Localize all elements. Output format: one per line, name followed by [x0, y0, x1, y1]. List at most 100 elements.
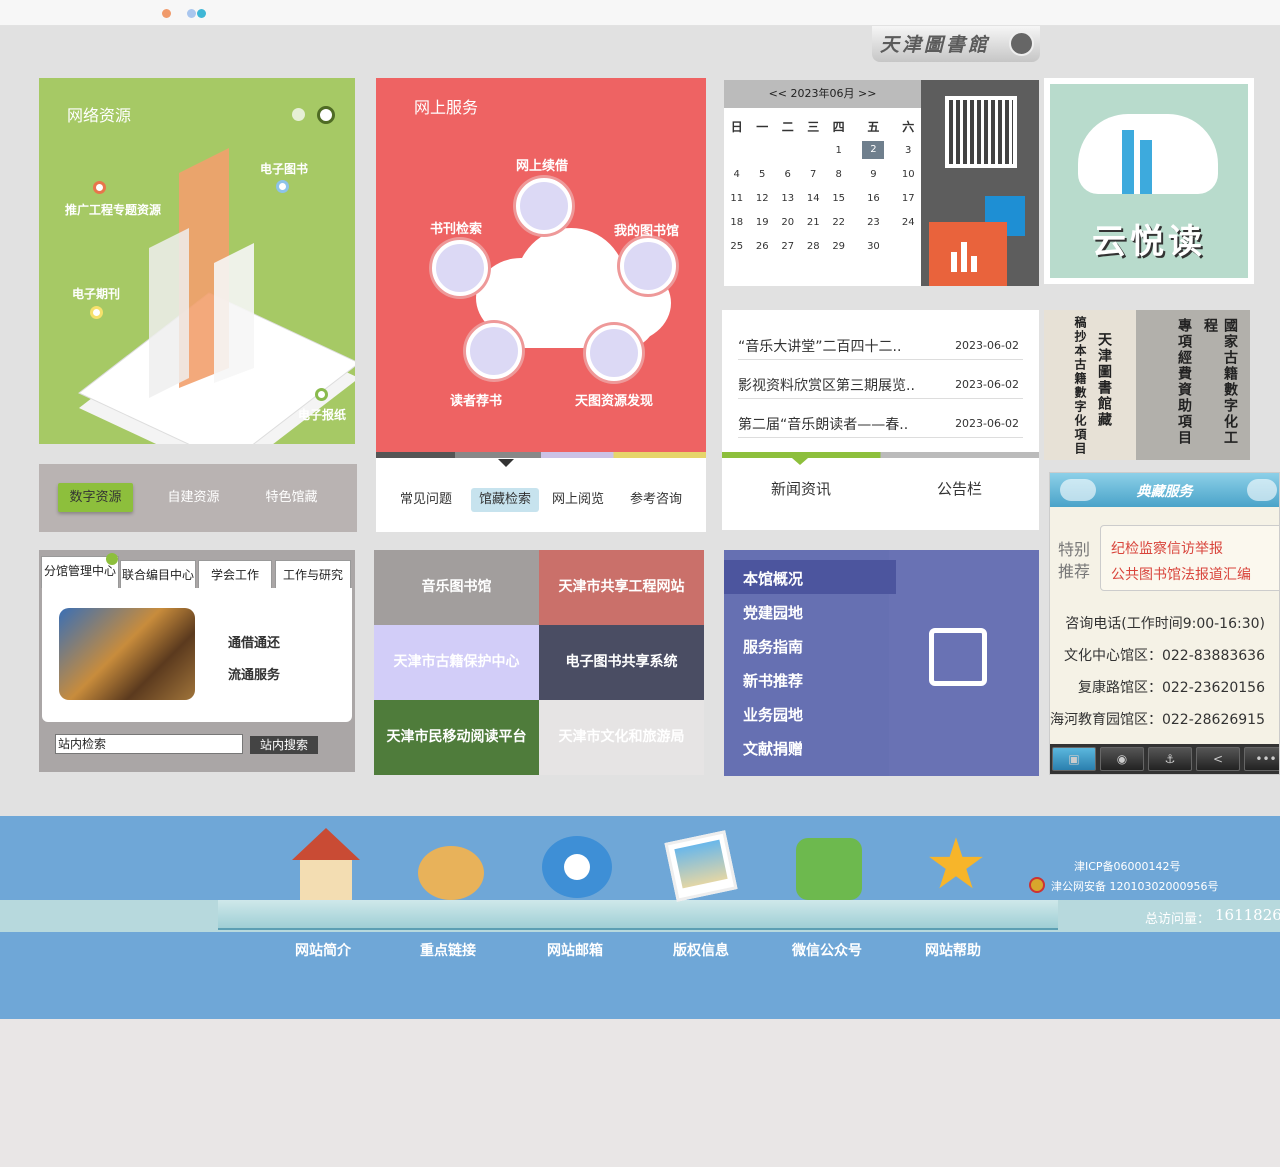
day-cell[interactable]: 1: [826, 138, 851, 162]
link-circulation-service[interactable]: 流通服务: [228, 664, 280, 683]
tile-ebook-sharing[interactable]: 电子图书共享系统: [539, 625, 704, 700]
mail-bubble-icon[interactable]: [540, 828, 612, 902]
footer-link-help[interactable]: 网站帮助: [925, 940, 981, 960]
day-cell[interactable]: 10: [895, 162, 921, 186]
footer-link-wechat[interactable]: 微信公众号: [792, 940, 862, 960]
label-ejournals[interactable]: 电子期刊: [72, 285, 120, 302]
selected-day[interactable]: 2: [862, 141, 885, 159]
day-cell[interactable]: 24: [895, 210, 921, 234]
day-cell[interactable]: 22: [826, 210, 851, 234]
menu-item-overview[interactable]: 本馆概况: [743, 568, 803, 589]
menu-icon[interactable]: [1247, 479, 1277, 501]
tab-union-cataloging[interactable]: 联合编目中心: [120, 560, 196, 588]
day-cell[interactable]: 19: [749, 210, 774, 234]
label-my-library[interactable]: 我的图书馆: [614, 220, 679, 239]
day-cell[interactable]: 29: [826, 234, 851, 258]
day-cell[interactable]: 18: [724, 210, 749, 234]
link-discipline-report[interactable]: 纪检监察信访举报: [1111, 538, 1223, 558]
day-cell[interactable]: 27: [775, 234, 800, 258]
day-cell[interactable]: 30: [851, 234, 895, 258]
tab-digital-resources[interactable]: 数字资源: [58, 483, 133, 512]
anchor-icon[interactable]: ⚓: [1148, 747, 1192, 771]
more-icon[interactable]: •••: [1244, 747, 1279, 771]
day-cell[interactable]: 6: [775, 162, 800, 186]
footer-link-mailbox[interactable]: 网站邮箱: [547, 940, 603, 960]
tab-special-collections[interactable]: 特色馆藏: [254, 483, 329, 512]
news-title[interactable]: “音乐大讲堂”二百四十二..: [738, 336, 901, 356]
monitor-icon[interactable]: [432, 240, 488, 296]
calendar-header[interactable]: << 2023年06月 >>: [724, 80, 921, 108]
day-cell[interactable]: 25: [724, 234, 749, 258]
label-resource-discovery[interactable]: 天图资源发现: [575, 390, 653, 409]
discover-icon[interactable]: [586, 325, 642, 381]
day-cell[interactable]: 3: [895, 138, 921, 162]
tile-culture-tourism[interactable]: 天津市文化和旅游局: [539, 700, 704, 775]
link-library-law[interactable]: 公共图书馆法报道汇编: [1111, 564, 1251, 584]
star-icon[interactable]: ★: [920, 828, 992, 902]
ancient-books-panel[interactable]: 天津圖書館藏 稿抄本古籍數字化項目 國家古籍數字化工程 專項經費資助項目: [1044, 310, 1250, 460]
label-promo-resources[interactable]: 推广工程专题资源: [65, 201, 161, 218]
tab-faq[interactable]: 常见问题: [394, 488, 458, 512]
tab-reference[interactable]: 参考咨询: [624, 488, 688, 512]
folder-icon[interactable]: [516, 178, 572, 234]
tile-ancient-books-center[interactable]: 天津市古籍保护中心: [374, 625, 539, 700]
library-logo[interactable]: 天津圖書館: [872, 26, 1040, 62]
site-search-button[interactable]: 站内搜索: [250, 736, 318, 754]
footer-link-about[interactable]: 网站简介: [295, 940, 351, 960]
news-title[interactable]: 影视资料欣赏区第三期展览..: [738, 375, 915, 395]
menu-item-new-books[interactable]: 新书推荐: [743, 670, 803, 691]
tile-music-library[interactable]: 音乐图书馆: [374, 550, 539, 625]
site-search-input[interactable]: 站内检索: [55, 734, 243, 754]
news-title[interactable]: 第二届“音乐朗读者——春..: [738, 414, 908, 434]
day-cell[interactable]: 4: [724, 162, 749, 186]
server-icon[interactable]: [466, 323, 522, 379]
link-interlibrary-loan[interactable]: 通借通还: [228, 632, 280, 651]
day-cell[interactable]: 14: [800, 186, 825, 210]
day-cell[interactable]: 9: [851, 162, 895, 186]
day-cell[interactable]: 17: [895, 186, 921, 210]
day-cell[interactable]: 11: [724, 186, 749, 210]
day-cell[interactable]: 16: [851, 186, 895, 210]
chart-icon[interactable]: [929, 222, 1007, 286]
tab-news[interactable]: 新闻资讯: [771, 478, 831, 499]
day-cell[interactable]: 15: [826, 186, 851, 210]
share-icon[interactable]: <: [1196, 747, 1240, 771]
label-reader-recommend[interactable]: 读者荐书: [450, 390, 502, 409]
cloud-reading-panel[interactable]: 云悦读: [1044, 78, 1254, 284]
police-record[interactable]: 津公网安备 12010302000956号: [1051, 878, 1218, 894]
day-cell[interactable]: 26: [749, 234, 774, 258]
day-cell[interactable]: 5: [749, 162, 774, 186]
tile-mobile-reading[interactable]: 天津市民移动阅读平台: [374, 700, 539, 775]
gear-icon[interactable]: [620, 238, 676, 294]
tile-shared-project[interactable]: 天津市共享工程网站: [539, 550, 704, 625]
tab-catalog-search[interactable]: 馆藏检索: [471, 488, 539, 512]
day-cell[interactable]: 8: [826, 162, 851, 186]
day-cell[interactable]: 28: [800, 234, 825, 258]
footer-link-key-links[interactable]: 重点链接: [420, 940, 476, 960]
day-cell[interactable]: 12: [749, 186, 774, 210]
list-item[interactable]: 影视资料欣赏区第三期展览.. 2023-06-02: [738, 361, 1023, 399]
icp-record[interactable]: 津ICP备06000142号: [1074, 858, 1181, 874]
photo-icon[interactable]: [664, 828, 738, 902]
day-cell-selected[interactable]: 2: [851, 138, 895, 162]
footer-link-copyright[interactable]: 版权信息: [673, 940, 729, 960]
list-item[interactable]: “音乐大讲堂”二百四十二.. 2023-06-02: [738, 322, 1023, 360]
tab-self-built-resources[interactable]: 自建资源: [156, 483, 231, 512]
home-icon[interactable]: [288, 828, 360, 902]
menu-item-business[interactable]: 业务园地: [743, 704, 803, 725]
day-cell[interactable]: 7: [800, 162, 825, 186]
tab-society-work[interactable]: 学会工作: [198, 560, 272, 588]
tab-notice-board[interactable]: 公告栏: [937, 478, 982, 499]
day-cell[interactable]: 13: [775, 186, 800, 210]
label-online-renew[interactable]: 网上续借: [516, 155, 568, 174]
wechat-icon[interactable]: [794, 828, 866, 902]
list-item[interactable]: 第二届“音乐朗读者——春.. 2023-06-02: [738, 400, 1023, 438]
palette-icon[interactable]: [416, 828, 488, 902]
label-enewspapers[interactable]: 电子报纸: [298, 406, 346, 423]
tab-work-research[interactable]: 工作与研究: [275, 560, 351, 588]
day-cell[interactable]: 20: [775, 210, 800, 234]
tab-online-reading[interactable]: 网上阅览: [546, 488, 610, 512]
day-cell[interactable]: 23: [851, 210, 895, 234]
menu-item-party[interactable]: 党建园地: [743, 602, 803, 623]
globe-icon[interactable]: ◉: [1100, 747, 1144, 771]
